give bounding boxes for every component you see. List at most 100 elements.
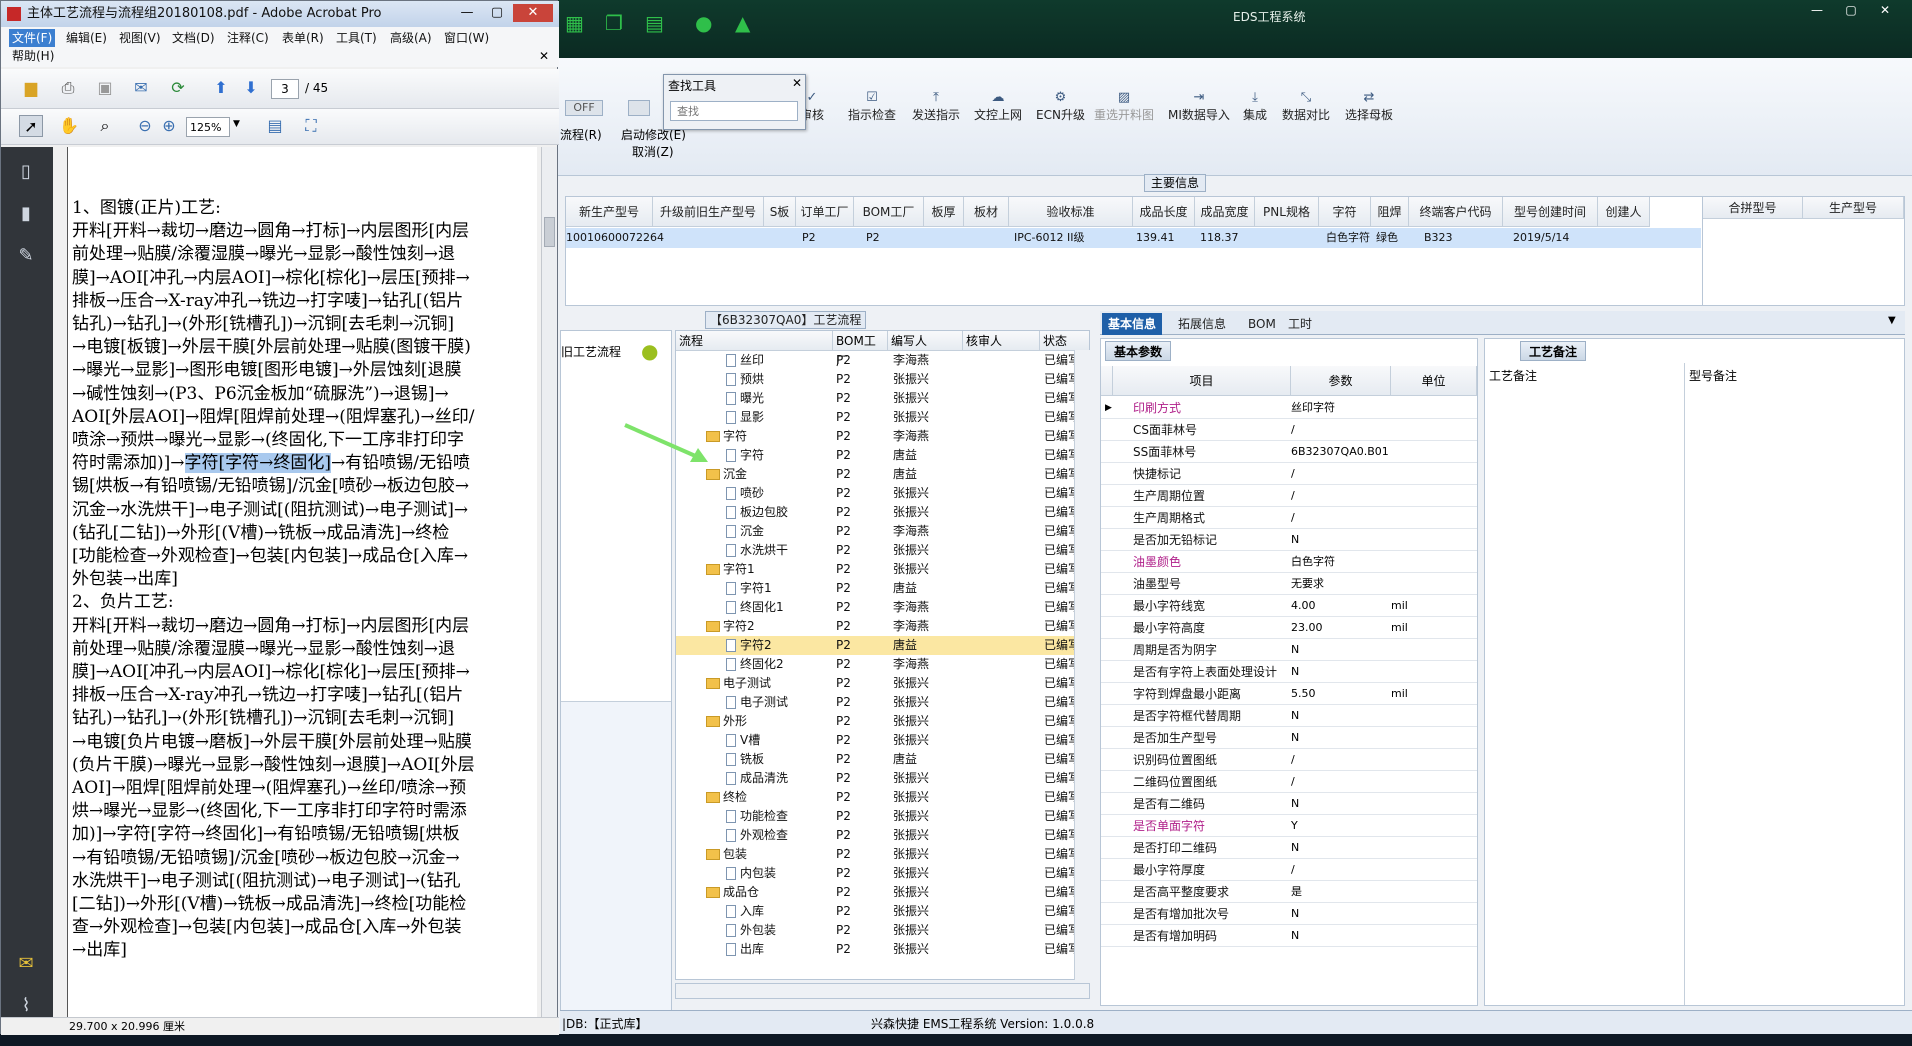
param-header-unit[interactable]: 单位 (1391, 366, 1477, 396)
param-value[interactable]: N (1291, 705, 1389, 727)
param-row[interactable]: 识别码位置图纸 / (1101, 749, 1477, 771)
ribbon-integrate-button[interactable]: ⤓ 集成 (1243, 90, 1267, 123)
param-value[interactable]: N (1291, 529, 1389, 551)
menu-window[interactable]: 窗口(W) (441, 29, 492, 47)
minimize-icon[interactable]: — (1802, 2, 1832, 18)
pdf-page[interactable]: 1、图镀(正片)工艺: 开料[开料→裁切→磨边→圆角→打标]→内层图形[内层 前处理… (67, 147, 537, 1019)
zoom-out-icon[interactable]: ⊖ (133, 115, 157, 137)
tree-row[interactable]: 曝光 P2 张振兴 已编写 (676, 389, 1089, 408)
ribbon-import-button[interactable]: ⇥ MI数据导入 (1168, 90, 1230, 123)
open-folder-icon[interactable]: ▆ (19, 77, 43, 99)
tree-row[interactable]: V槽 P2 张振兴 已编写 (676, 731, 1089, 750)
param-value[interactable]: 5.50 (1291, 683, 1389, 705)
param-row[interactable]: SS面菲林号 6B32307QA0.B01 (1101, 441, 1477, 463)
basic-params-panel[interactable]: 基本参数 项目 参数 单位 ▶ 印刷方式 丝印字符 CS面菲林号 / SS面菲林… (1100, 338, 1478, 1006)
param-row[interactable]: 是否有字符上表面处理设计 N (1101, 661, 1477, 683)
fullscreen-icon[interactable]: ⛶ (299, 115, 323, 137)
zoom-tool-icon[interactable]: ⌕ (93, 115, 117, 137)
tree-row[interactable]: 字符 P2 唐益 已编写 (676, 446, 1089, 465)
tree-row[interactable]: 字符 P2 李海燕 已编写 (676, 427, 1089, 446)
param-value[interactable]: / (1291, 859, 1389, 881)
user-icon[interactable]: ● (695, 12, 721, 34)
tree-row[interactable]: 预烘 P2 张振兴 已编写 (676, 370, 1089, 389)
grid-header[interactable]: 成品长度 (1133, 197, 1195, 227)
comment-icon[interactable]: ● (641, 339, 658, 363)
model-notes-column[interactable]: 型号备注 (1685, 363, 1904, 1005)
chevron-down-icon[interactable]: ▼ (1888, 315, 1896, 326)
bookmarks-icon[interactable]: ▮ (13, 203, 39, 229)
select-cursor-icon[interactable]: ➚ (19, 115, 43, 137)
menu-edit[interactable]: 编辑(E) (63, 29, 110, 47)
menu-document[interactable]: 文档(D) (169, 29, 218, 47)
param-value[interactable]: N (1291, 925, 1389, 947)
param-value[interactable]: N (1291, 727, 1389, 749)
param-value[interactable]: 丝印字符 (1291, 397, 1389, 419)
grid-icon[interactable]: ▦ (565, 12, 591, 34)
tree-row[interactable]: 沉金 P2 李海燕 已编写 (676, 522, 1089, 541)
ribbon-send-button[interactable]: ⤒ 发送指示 (912, 90, 960, 123)
param-value[interactable]: 是 (1291, 881, 1389, 903)
tree-scrollbar-horizontal[interactable] (675, 983, 1090, 999)
param-row[interactable]: CS面菲林号 / (1101, 419, 1477, 441)
tree-row[interactable]: 字符2 P2 唐益 已编写 (676, 636, 1089, 655)
toggle-switch[interactable] (628, 100, 650, 116)
merge-model-grid[interactable]: 合拼型号 生产型号 (1702, 196, 1905, 306)
tree-scrollbar-vertical[interactable] (1074, 350, 1090, 980)
tree-row[interactable]: 电子测试 P2 张振兴 已编写 (676, 693, 1089, 712)
param-value[interactable]: 白色字符 (1291, 551, 1389, 573)
param-value[interactable]: N (1291, 661, 1389, 683)
comments-icon[interactable]: ✉ (13, 953, 39, 979)
grid-header[interactable]: PNL规格 (1255, 197, 1319, 227)
grid-header[interactable]: 板厚 (924, 197, 964, 227)
tree-row[interactable]: 入库 P2 张振兴 已编写 (676, 902, 1089, 921)
tree-row[interactable]: 内包装 P2 张振兴 已编写 (676, 864, 1089, 883)
restore-icon[interactable]: ▢ (1836, 2, 1866, 18)
tree-row[interactable]: 功能检查 P2 张振兴 已编写 (676, 807, 1089, 826)
tree-header[interactable]: 状态 (1040, 331, 1089, 351)
tree-row[interactable]: 终检 P2 张振兴 已编写 (676, 788, 1089, 807)
tree-row[interactable]: 终固化1 P2 李海燕 已编写 (676, 598, 1089, 617)
tree-row[interactable]: 出库 P2 张振兴 已编写 (676, 940, 1089, 959)
param-value[interactable]: 无要求 (1291, 573, 1389, 595)
email-icon[interactable]: ✉ (129, 77, 153, 99)
grid-header[interactable]: 创建人 (1598, 197, 1650, 227)
param-row[interactable]: 是否字符框代替周期 N (1101, 705, 1477, 727)
close-icon[interactable]: ✕ (792, 76, 802, 90)
param-row[interactable]: 最小字符线宽 4.00 mil (1101, 595, 1477, 617)
tab-work-hours[interactable]: 工时 (1282, 313, 1318, 335)
close-icon[interactable]: ✕ (1870, 2, 1900, 18)
grid-header[interactable]: 终端客户代码 (1409, 197, 1503, 227)
param-value[interactable]: N (1291, 903, 1389, 925)
ribbon-reselect-button[interactable]: ▨ 重选开料图 (1094, 90, 1154, 123)
param-row[interactable]: 快捷标记 / (1101, 463, 1477, 485)
tree-row[interactable]: 铣板 P2 唐益 已编写 (676, 750, 1089, 769)
tab-bom[interactable]: BOM (1242, 313, 1282, 335)
grid-header[interactable]: 验收标准 (1009, 197, 1133, 227)
grid-header[interactable]: 板材 (964, 197, 1009, 227)
menu-tools[interactable]: 工具(T) (333, 29, 380, 47)
restore-icon[interactable]: ▢ (483, 4, 511, 22)
param-value[interactable]: / (1291, 463, 1389, 485)
param-row[interactable]: 最小字符厚度 / (1101, 859, 1477, 881)
notes-panel[interactable]: 工艺备注 工艺备注 型号备注 (1484, 338, 1905, 1006)
menu-help[interactable]: 帮助(H) (9, 47, 57, 65)
tree-header[interactable]: 编写人 (888, 331, 963, 351)
signatures-icon[interactable]: ✎ (13, 245, 39, 271)
tree-row[interactable]: 水洗烘干 P2 张振兴 已编写 (676, 541, 1089, 560)
ribbon-label-flow[interactable]: 流程(R) (560, 126, 602, 143)
param-value[interactable]: / (1291, 507, 1389, 529)
menu-comment[interactable]: 注释(C) (224, 29, 272, 47)
param-row[interactable]: 油墨型号 无要求 (1101, 573, 1477, 595)
grid-header[interactable]: 升级前旧生产型号 (653, 197, 764, 227)
close-icon[interactable]: ✕ (539, 49, 549, 63)
param-row[interactable]: 字符到焊盘最小距离 5.50 mil (1101, 683, 1477, 705)
process-notes-column[interactable]: 工艺备注 (1485, 363, 1685, 1005)
tree-row[interactable]: 字符1 P2 张振兴 已编写 (676, 560, 1089, 579)
zoom-in-icon[interactable]: ⊕ (157, 115, 181, 137)
param-row[interactable]: 最小字符高度 23.00 mil (1101, 617, 1477, 639)
copy-icon[interactable]: ❐ (605, 12, 631, 34)
grid-header[interactable]: 成品宽度 (1195, 197, 1255, 227)
selected-text[interactable]: 字符[字符→终固化] (184, 453, 332, 474)
grid-header[interactable]: 生产型号 (1803, 197, 1904, 219)
tree-row[interactable]: 外包装 P2 张振兴 已编写 (676, 921, 1089, 940)
